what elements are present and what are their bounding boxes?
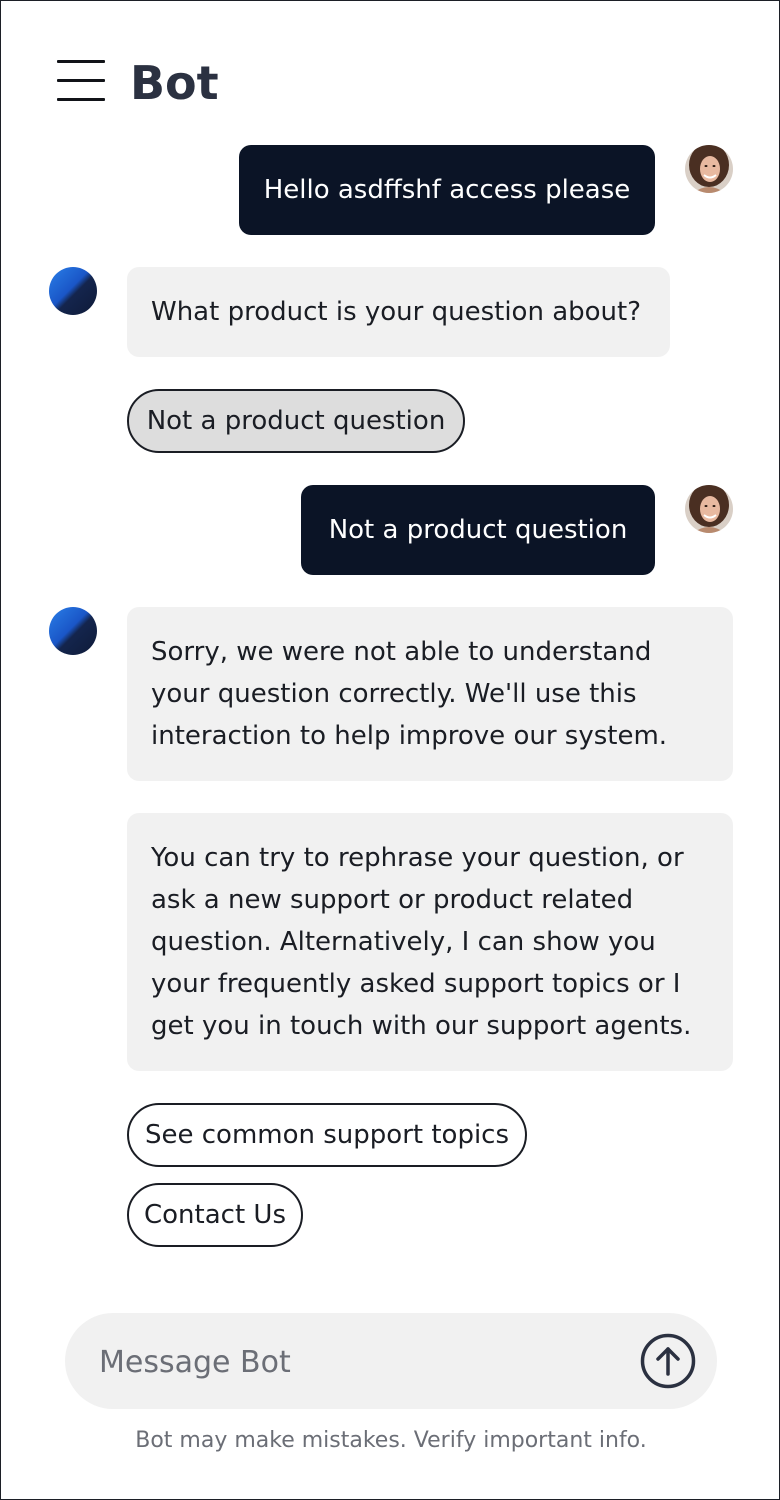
bot-message: What product is your question about? xyxy=(127,267,670,357)
page-title: Bot xyxy=(130,56,219,110)
bot-message-text: What product is your question about? xyxy=(151,297,642,327)
send-button[interactable] xyxy=(640,1333,696,1389)
user-avatar-icon xyxy=(685,145,733,193)
bot-message: Sorry, we were not able to understand yo… xyxy=(127,607,733,781)
bot-message: You can try to rephrase your question, o… xyxy=(127,813,733,1071)
disclaimer-text: Bot may make mistakes. Verify important … xyxy=(135,1428,647,1453)
user-message: Not a product question xyxy=(301,485,655,575)
user-avatar xyxy=(685,485,733,533)
bot-avatar xyxy=(49,607,97,655)
user-avatar-icon xyxy=(685,485,733,533)
user-avatar xyxy=(685,145,733,193)
bot-message-text: You can try to rephrase your question, o… xyxy=(151,843,692,1041)
arrow-up-circle-icon xyxy=(640,1333,696,1389)
bot-avatar xyxy=(49,267,97,315)
chat-window: Bot Hello asdffshf access please What pr… xyxy=(0,0,780,1500)
bot-message-text: Sorry, we were not able to understand yo… xyxy=(151,637,668,751)
menu-line xyxy=(57,79,105,82)
option-see-common-support-topics[interactable]: See common support topics xyxy=(127,1103,527,1167)
menu-line xyxy=(57,60,105,63)
message-input[interactable] xyxy=(97,1337,621,1387)
user-message-text: Hello asdffshf access please xyxy=(263,175,631,205)
user-message: Hello asdffshf access please xyxy=(239,145,655,235)
user-message-text: Not a product question xyxy=(328,515,628,545)
hamburger-menu-icon[interactable] xyxy=(57,60,105,102)
option-not-a-product-question[interactable]: Not a product question xyxy=(127,389,465,453)
message-composer xyxy=(65,1313,717,1409)
option-contact-us[interactable]: Contact Us xyxy=(127,1183,303,1247)
menu-line xyxy=(57,98,105,101)
